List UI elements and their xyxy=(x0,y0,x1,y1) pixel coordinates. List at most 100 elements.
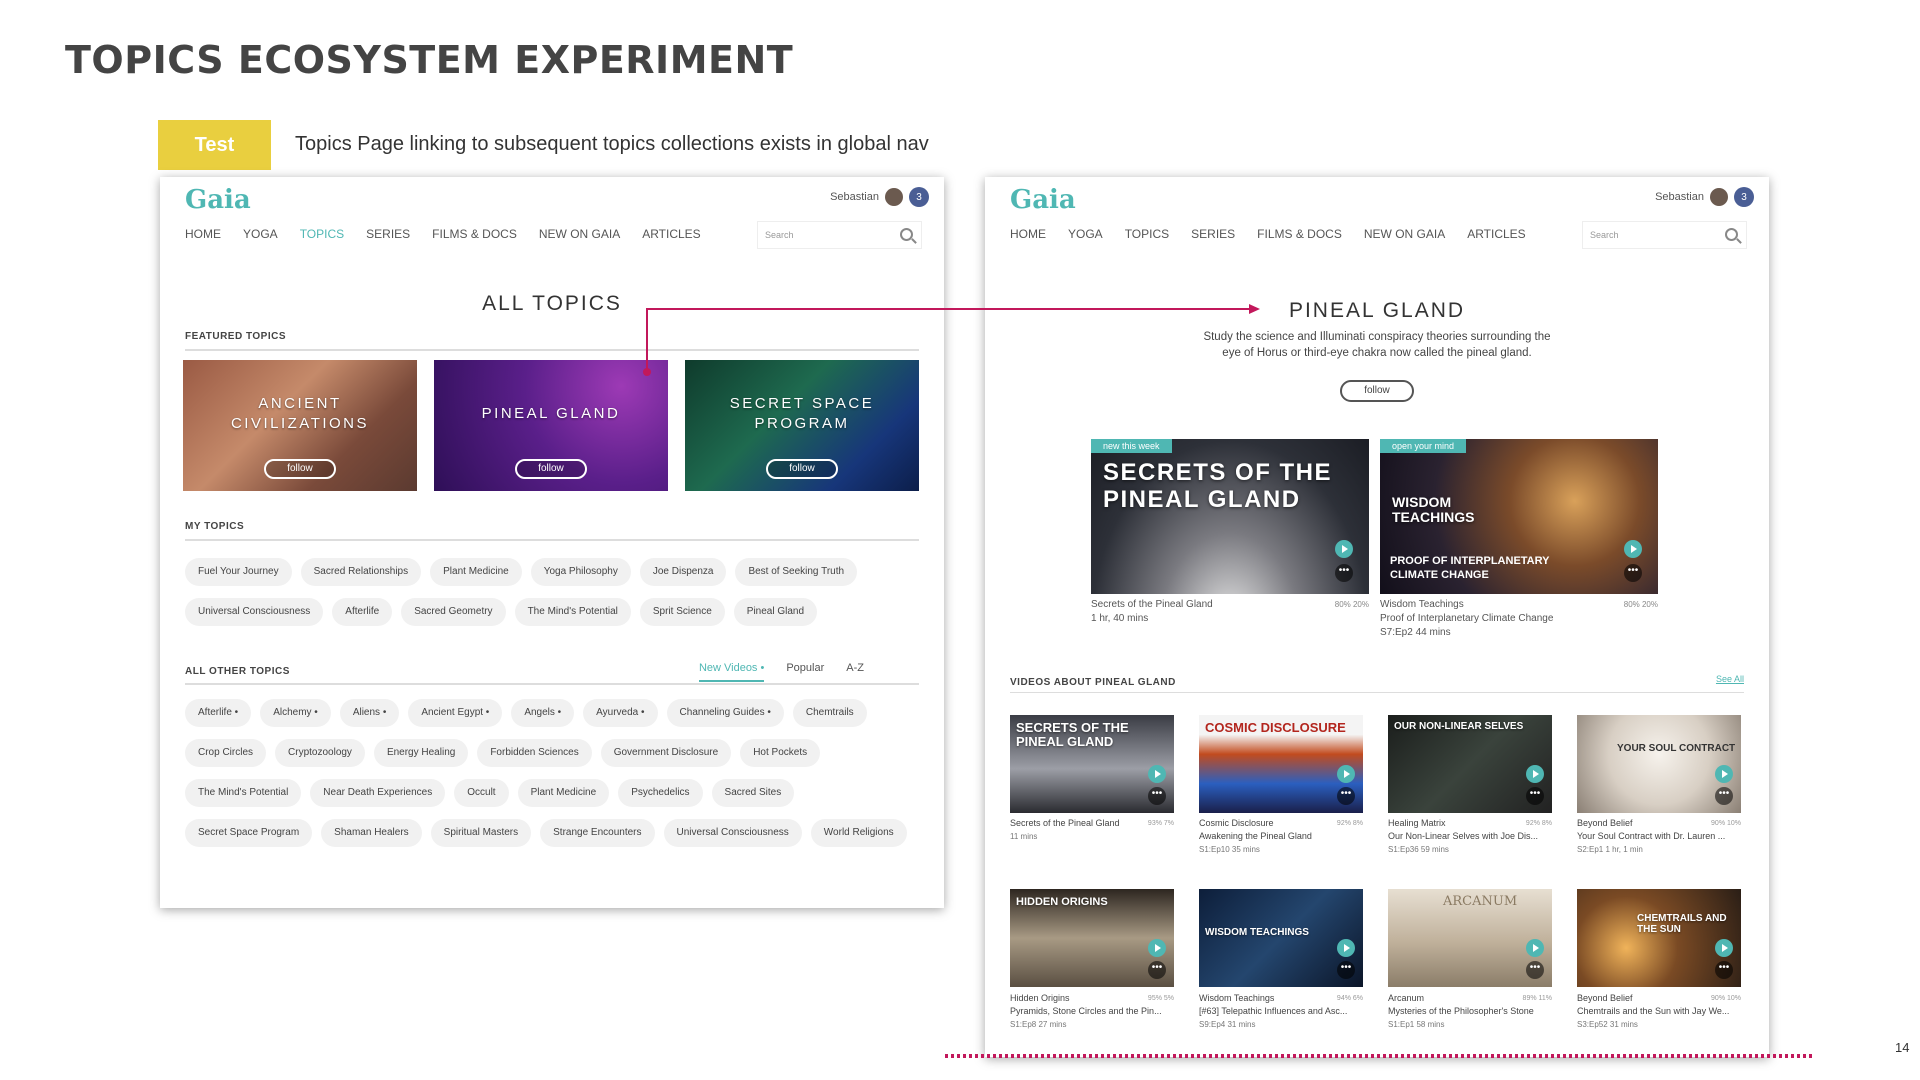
more-icon[interactable]: ••• xyxy=(1715,961,1733,979)
follow-button[interactable]: follow xyxy=(1340,380,1414,402)
topic-chip[interactable]: World Religions xyxy=(810,819,907,847)
nav-new-on-gaia[interactable]: NEW ON GAIA xyxy=(1364,227,1445,241)
video-card[interactable]: OUR NON-LINEAR SELVES ••• xyxy=(1388,715,1552,813)
topic-chip[interactable]: Cryptozoology xyxy=(275,739,365,767)
topic-chip[interactable]: The Mind's Potential xyxy=(185,779,302,807)
topic-chip[interactable]: Pineal Gland xyxy=(733,598,818,626)
play-icon[interactable] xyxy=(1624,540,1642,558)
topic-chip[interactable]: Crop Circles xyxy=(185,739,267,767)
nav-topics[interactable]: TOPICS xyxy=(1125,227,1169,241)
featured-topic-pineal-gland[interactable]: PINEAL GLAND follow xyxy=(434,360,668,491)
tab-a-z[interactable]: A-Z xyxy=(846,662,864,682)
topic-chip[interactable]: Energy Healing xyxy=(373,739,469,767)
nav-yoga[interactable]: YOGA xyxy=(1068,227,1103,241)
video-card[interactable]: HIDDEN ORIGINS ••• xyxy=(1010,889,1174,987)
nav-articles[interactable]: ARTICLES xyxy=(642,227,700,241)
gaia-logo[interactable]: Gaia xyxy=(1010,185,1076,215)
search-input[interactable]: Search xyxy=(757,221,922,249)
more-icon[interactable]: ••• xyxy=(1335,564,1353,582)
topic-chip[interactable]: Channeling Guides • xyxy=(666,699,784,727)
search-input[interactable]: Search xyxy=(1582,221,1747,249)
play-icon[interactable] xyxy=(1526,939,1544,957)
topic-chip[interactable]: Alchemy • xyxy=(260,699,331,727)
notification-badge[interactable]: 3 xyxy=(1734,187,1754,207)
video-card[interactable]: WISDOM TEACHINGS ••• xyxy=(1199,889,1363,987)
topic-chip[interactable]: Near Death Experiences xyxy=(310,779,446,807)
topic-chip[interactable]: Sacred Geometry xyxy=(401,598,506,626)
topic-chip[interactable]: Shaman Healers xyxy=(321,819,422,847)
search-icon[interactable] xyxy=(1725,228,1738,241)
topic-chip[interactable]: Psychedelics xyxy=(618,779,703,807)
more-icon[interactable]: ••• xyxy=(1337,787,1355,805)
topic-chip[interactable]: Hot Pockets xyxy=(740,739,821,767)
video-card[interactable]: COSMIC DISCLOSURE ••• xyxy=(1199,715,1363,813)
featured-topic-secret-space-program[interactable]: SECRET SPACE PROGRAM follow xyxy=(685,360,919,491)
topic-chip[interactable]: Occult xyxy=(454,779,509,807)
more-icon[interactable]: ••• xyxy=(1148,787,1166,805)
more-icon[interactable]: ••• xyxy=(1715,787,1733,805)
user-menu[interactable]: Sebastian 3 xyxy=(1655,187,1754,207)
topic-chip[interactable]: Strange Encounters xyxy=(540,819,655,847)
tab-new-videos[interactable]: New Videos • xyxy=(698,662,765,682)
play-icon[interactable] xyxy=(1337,765,1355,783)
follow-button[interactable]: follow xyxy=(766,459,838,479)
topic-chip[interactable]: Angels • xyxy=(511,699,575,727)
see-all-link[interactable]: See All xyxy=(1716,674,1744,684)
topic-chip[interactable]: Chemtrails xyxy=(792,699,867,727)
play-icon[interactable] xyxy=(1335,540,1353,558)
topic-chip[interactable]: Sacred Relationships xyxy=(300,558,422,586)
topic-chip[interactable]: Secret Space Program xyxy=(185,819,313,847)
topic-chip[interactable]: Plant Medicine xyxy=(517,779,610,807)
hero-video-card[interactable]: new this week SECRETS OF THE PINEAL GLAND… xyxy=(1091,439,1369,594)
search-icon[interactable] xyxy=(900,228,913,241)
avatar[interactable] xyxy=(885,188,903,206)
play-icon[interactable] xyxy=(1526,765,1544,783)
hero-video-card[interactable]: open your mind WISDOM TEACHINGS PROOF OF … xyxy=(1380,439,1658,594)
video-card[interactable]: YOUR SOUL CONTRACT ••• xyxy=(1577,715,1741,813)
more-icon[interactable]: ••• xyxy=(1526,787,1544,805)
topic-chip[interactable]: Afterlife xyxy=(332,598,393,626)
nav-yoga[interactable]: YOGA xyxy=(243,227,278,241)
topic-chip[interactable]: Joe Dispenza xyxy=(639,558,727,586)
play-icon[interactable] xyxy=(1337,939,1355,957)
follow-button[interactable]: follow xyxy=(264,459,336,479)
topic-chip[interactable]: Yoga Philosophy xyxy=(530,558,631,586)
topic-chip[interactable]: Universal Consciousness xyxy=(185,598,324,626)
nav-series[interactable]: SERIES xyxy=(1191,227,1235,241)
play-icon[interactable] xyxy=(1715,765,1733,783)
topic-chip[interactable]: Universal Consciousness xyxy=(663,819,802,847)
topic-chip[interactable]: Sacred Sites xyxy=(711,779,795,807)
topic-chip[interactable]: Afterlife • xyxy=(185,699,252,727)
more-icon[interactable]: ••• xyxy=(1624,564,1642,582)
nav-home[interactable]: HOME xyxy=(1010,227,1046,241)
nav-new-on-gaia[interactable]: NEW ON GAIA xyxy=(539,227,620,241)
play-icon[interactable] xyxy=(1148,939,1166,957)
topic-chip[interactable]: Ancient Egypt • xyxy=(408,699,503,727)
tab-popular[interactable]: Popular xyxy=(786,662,824,682)
video-card[interactable]: ARCANUM ••• xyxy=(1388,889,1552,987)
topic-chip[interactable]: Best of Seeking Truth xyxy=(735,558,858,586)
topic-chip[interactable]: Government Disclosure xyxy=(600,739,732,767)
topic-chip[interactable]: Ayurveda • xyxy=(583,699,658,727)
more-icon[interactable]: ••• xyxy=(1148,961,1166,979)
topic-chip[interactable]: Plant Medicine xyxy=(430,558,522,586)
featured-topic-ancient-civilizations[interactable]: ANCIENT CIVILIZATIONS follow xyxy=(183,360,417,491)
nav-series[interactable]: SERIES xyxy=(366,227,410,241)
topic-chip[interactable]: Forbidden Sciences xyxy=(477,739,592,767)
topic-chip[interactable]: Sprit Science xyxy=(639,598,725,626)
follow-button[interactable]: follow xyxy=(515,459,587,479)
nav-home[interactable]: HOME xyxy=(185,227,221,241)
play-icon[interactable] xyxy=(1148,765,1166,783)
topic-chip[interactable]: Spiritual Masters xyxy=(430,819,532,847)
avatar[interactable] xyxy=(1710,188,1728,206)
gaia-logo[interactable]: Gaia xyxy=(185,185,251,215)
user-menu[interactable]: Sebastian 3 xyxy=(830,187,929,207)
notification-badge[interactable]: 3 xyxy=(909,187,929,207)
more-icon[interactable]: ••• xyxy=(1526,961,1544,979)
nav-articles[interactable]: ARTICLES xyxy=(1467,227,1525,241)
topic-chip[interactable]: The Mind's Potential xyxy=(514,598,631,626)
nav-topics[interactable]: TOPICS xyxy=(300,227,344,241)
video-card[interactable]: SECRETS OF THE PINEAL GLAND ••• xyxy=(1010,715,1174,813)
topic-chip[interactable]: Fuel Your Journey xyxy=(185,558,292,586)
nav-films-docs[interactable]: FILMS & DOCS xyxy=(432,227,517,241)
